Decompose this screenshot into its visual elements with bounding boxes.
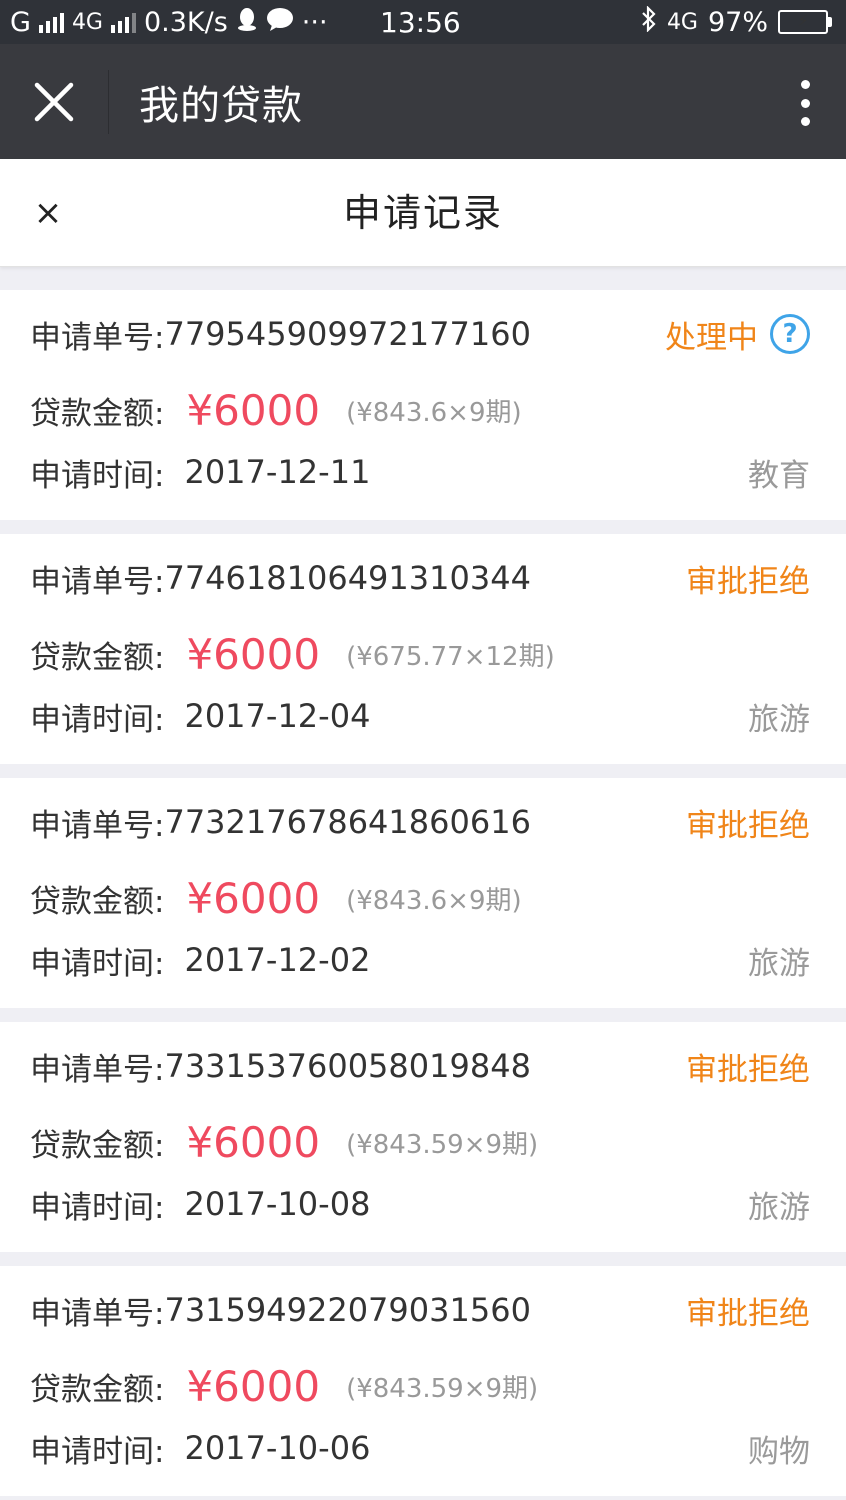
more-icon-dot — [800, 98, 810, 108]
apply-date: 2017-10-06 — [184, 1429, 371, 1467]
application-list: 申请单号: 779545909972177160 处理中 ? 贷款金额: ¥60… — [0, 290, 846, 1500]
loan-purpose: 购物 — [748, 1433, 810, 1470]
order-no: 731594922079031560 — [164, 1291, 531, 1329]
application-card[interactable]: 申请单号: 774618106491310344 审批拒绝 贷款金额: ¥600… — [0, 534, 846, 764]
close-button[interactable] — [0, 44, 108, 159]
apply-time-label: 申请时间: — [30, 701, 165, 738]
application-card[interactable]: 申请单号: 731594922079031560 审批拒绝 贷款金额: ¥600… — [0, 1266, 846, 1496]
apply-date: 2017-10-08 — [184, 1185, 371, 1223]
status-badge: 审批拒绝 — [686, 1051, 810, 1088]
order-no: 773217678641860616 — [164, 803, 531, 841]
loan-amount: ¥6000 — [186, 873, 321, 923]
order-no-label: 申请单号: — [30, 807, 165, 844]
status-time: 13:56 — [380, 5, 461, 39]
more-icon-dot — [800, 117, 810, 126]
help-icon[interactable]: ? — [770, 314, 810, 354]
repayment-plan: (¥843.59×9期) — [346, 1129, 539, 1160]
amount-label: 贷款金额: — [30, 1371, 165, 1408]
order-no-label: 申请单号: — [30, 563, 165, 600]
order-no: 733153760058019848 — [164, 1047, 531, 1085]
order-no: 779545909972177160 — [164, 315, 531, 353]
page-close-button[interactable]: × — [28, 189, 68, 237]
status-bar: G 4G 0.3K/s ··· 13:56 4G 97% ⚡ — [0, 0, 846, 44]
status-badge: 审批拒绝 — [686, 1295, 810, 1332]
repayment-plan: (¥675.77×12期) — [346, 641, 555, 672]
order-no-label: 申请单号: — [30, 319, 165, 356]
repayment-plan: (¥843.6×9期) — [346, 885, 522, 916]
carrier1: G — [10, 6, 31, 38]
repayment-plan: (¥843.6×9期) — [346, 397, 522, 428]
more-notifications: ··· — [301, 6, 328, 38]
network-type: 4G — [666, 9, 698, 35]
status-badge: 审批拒绝 — [686, 807, 810, 844]
apply-time-label: 申请时间: — [30, 945, 165, 982]
wechat-icon — [266, 7, 294, 38]
application-card[interactable]: 申请单号: 779545909972177160 处理中 ? 贷款金额: ¥60… — [0, 290, 846, 520]
loan-amount: ¥6000 — [186, 1117, 321, 1167]
signal-icon-2 — [110, 11, 136, 33]
network-speed: 0.3K/s — [143, 6, 228, 38]
application-card[interactable]: 申请单号: 773217678641860616 审批拒绝 贷款金额: ¥600… — [0, 778, 846, 1008]
close-icon — [34, 82, 74, 121]
app-bar: 我的贷款 — [0, 44, 846, 159]
amount-label: 贷款金额: — [30, 639, 165, 676]
status-badge: 处理中 — [665, 319, 758, 356]
carrier2: 4G — [71, 9, 103, 35]
status-badge: 审批拒绝 — [686, 563, 810, 600]
loan-purpose: 旅游 — [748, 945, 810, 982]
app-title: 我的贷款 — [139, 82, 303, 129]
battery-percent: 97% — [707, 6, 768, 38]
divider — [108, 69, 109, 134]
order-no: 774618106491310344 — [164, 559, 531, 597]
status-right: 4G 97% ⚡ — [641, 0, 832, 44]
apply-time-label: 申请时间: — [30, 1189, 165, 1226]
status-left: G 4G 0.3K/s ··· — [10, 7, 328, 38]
loan-amount: ¥6000 — [186, 1361, 321, 1411]
amount-label: 贷款金额: — [30, 883, 165, 920]
amount-label: 贷款金额: — [30, 395, 165, 432]
loan-amount: ¥6000 — [186, 385, 321, 435]
close-icon: × — [33, 193, 63, 233]
more-menu-button[interactable] — [800, 80, 810, 126]
apply-time-label: 申请时间: — [30, 1433, 165, 1470]
order-no-label: 申请单号: — [30, 1295, 165, 1332]
page-header: 申请记录 × — [0, 159, 846, 267]
qq-icon — [236, 7, 258, 38]
application-card[interactable]: 申请单号: 733153760058019848 审批拒绝 贷款金额: ¥600… — [0, 1022, 846, 1252]
loan-purpose: 旅游 — [748, 1189, 810, 1226]
apply-date: 2017-12-11 — [184, 453, 371, 491]
amount-label: 贷款金额: — [30, 1127, 165, 1164]
loan-amount: ¥6000 — [186, 629, 321, 679]
loan-purpose: 教育 — [748, 457, 810, 494]
apply-date: 2017-12-02 — [184, 941, 371, 979]
battery-icon: ⚡ — [778, 10, 832, 34]
loan-purpose: 旅游 — [748, 701, 810, 738]
bluetooth-icon — [641, 4, 657, 39]
apply-date: 2017-12-04 — [184, 697, 371, 735]
apply-time-label: 申请时间: — [30, 457, 165, 494]
signal-icon — [38, 11, 64, 33]
order-no-label: 申请单号: — [30, 1051, 165, 1088]
more-icon-dot — [800, 80, 810, 89]
page-title: 申请记录 — [342, 191, 503, 235]
repayment-plan: (¥843.59×9期) — [346, 1373, 539, 1404]
